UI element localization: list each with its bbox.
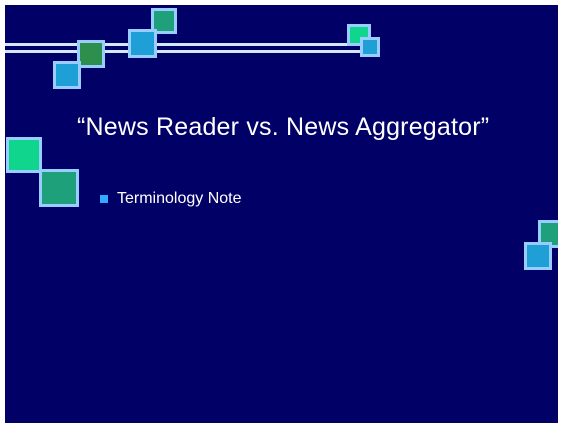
square-bullet-icon xyxy=(100,195,108,203)
decorative-square-green xyxy=(77,40,105,68)
decorative-square-right-blue xyxy=(360,37,380,57)
bullet-item: Terminology Note xyxy=(100,190,242,208)
slide-canvas: “News Reader vs. News Aggregator” Termin… xyxy=(5,5,558,423)
slide-title: “News Reader vs. News Aggregator” xyxy=(77,113,490,141)
decorative-square-left-blue xyxy=(53,61,81,89)
decorative-square-left-bright xyxy=(6,137,42,173)
decorative-square-upper-blue xyxy=(128,29,157,58)
decorative-line-upper xyxy=(5,43,375,46)
decorative-line-lower xyxy=(5,50,375,53)
decorative-square-left-teal xyxy=(39,169,79,207)
bullet-text: Terminology Note xyxy=(117,190,242,207)
decorative-square-edge-blue xyxy=(524,242,552,270)
